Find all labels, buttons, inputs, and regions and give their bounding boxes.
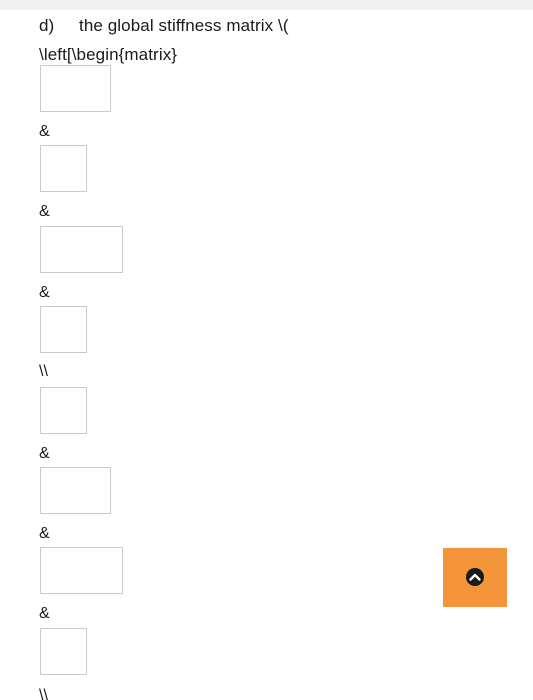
top-strip [0,0,533,10]
matrix-entry-input-2[interactable] [40,145,87,192]
matrix-separator: & [39,284,50,301]
question-text: the global stiffness matrix \( [79,16,289,35]
question-title: d) the global stiffness matrix \( \left[\… [39,11,459,69]
question-page: d) the global stiffness matrix \( \left[\… [0,0,533,700]
matrix-entry-input-4[interactable] [40,306,87,353]
matrix-row-separator: \\ [39,687,48,700]
matrix-entry-input-3[interactable] [40,226,123,273]
matrix-entry-input-7[interactable] [40,547,123,594]
question-title-line-1: d) the global stiffness matrix \( [39,11,459,40]
matrix-row-separator: \\ [39,363,48,380]
chevron-up-glyph [469,573,481,581]
matrix-separator: & [39,445,50,462]
matrix-entry-input-1[interactable] [40,65,111,112]
matrix-separator: & [39,525,50,542]
matrix-separator: & [39,203,50,220]
matrix-separator: & [39,605,50,622]
scroll-to-top-button[interactable] [443,548,507,607]
matrix-entry-input-6[interactable] [40,467,111,514]
matrix-separator: & [39,123,50,140]
question-label: d) [39,16,55,35]
matrix-entry-input-8[interactable] [40,628,87,675]
matrix-entry-input-5[interactable] [40,387,87,434]
